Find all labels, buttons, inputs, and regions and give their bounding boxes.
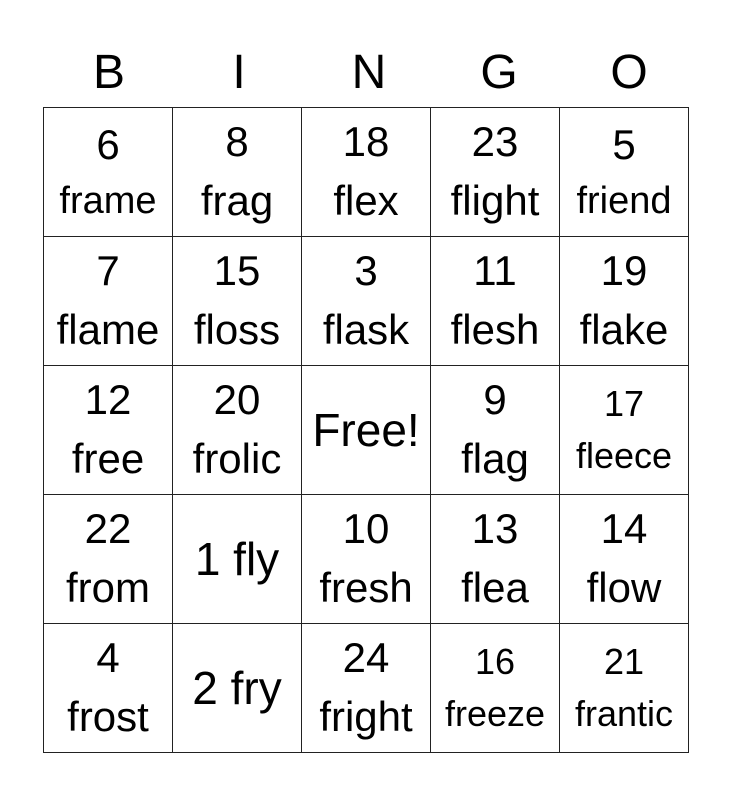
bingo-cell[interactable]: 3 flask <box>301 236 431 366</box>
cell-number: 24 <box>342 634 390 682</box>
header-letter-o: O <box>610 46 648 99</box>
cell-number: 14 <box>600 505 648 553</box>
cell-word: freeze <box>444 693 546 734</box>
cell-word: friend <box>576 179 672 222</box>
bingo-row: 4 frost 2 fry 24 fright 16 freeze 21 frantic <box>43 623 689 753</box>
cell-number: 15 <box>213 247 261 295</box>
bingo-cell[interactable]: 16 freeze <box>430 623 560 753</box>
header-letter-g: G <box>480 46 518 99</box>
bingo-cell[interactable]: 22 from <box>43 494 173 624</box>
bingo-cell[interactable]: 1 fly <box>172 494 302 624</box>
bingo-cell[interactable]: 5 friend <box>559 107 689 237</box>
header-letter-i: I <box>232 46 246 99</box>
cell-word: flask <box>322 306 410 353</box>
cell-word: flame <box>56 306 160 353</box>
header-letter-b: B <box>92 46 125 99</box>
cell-word: flight <box>450 177 540 224</box>
cell-number: 17 <box>603 382 645 424</box>
bingo-row: 12 free 20 frolic Free! 9 flag 17 fleece <box>43 365 689 495</box>
bingo-cell[interactable]: 24 fright <box>301 623 431 753</box>
bingo-cell[interactable]: 2 fry <box>172 623 302 753</box>
bingo-cell[interactable]: 4 frost <box>43 623 173 753</box>
cell-number: 13 <box>471 505 519 553</box>
cell-number: 7 <box>96 247 120 295</box>
bingo-cell[interactable]: 13 flea <box>430 494 560 624</box>
cell-word: frost <box>67 693 149 740</box>
cell-number: 23 <box>471 118 519 166</box>
bingo-cell[interactable]: 11 flesh <box>430 236 560 366</box>
bingo-cell[interactable]: 12 free <box>43 365 173 495</box>
cell-number: 9 <box>483 376 507 424</box>
cell-word: fleece <box>575 435 673 476</box>
cell-number: 16 <box>474 640 516 682</box>
cell-number: 19 <box>600 247 648 295</box>
bingo-cell[interactable]: 15 floss <box>172 236 302 366</box>
free-space-cell[interactable]: Free! <box>301 365 431 495</box>
cell-word: frantic <box>574 693 674 734</box>
cell-number: 11 <box>473 247 517 295</box>
bingo-row: 6 frame 8 frag 18 flex 23 flight 5 friend <box>43 107 689 237</box>
cell-word: floss <box>193 306 281 353</box>
cell-word: flex <box>333 177 399 224</box>
bingo-cell[interactable]: 8 frag <box>172 107 302 237</box>
cell-number: 10 <box>342 505 390 553</box>
bingo-cell[interactable]: 20 frolic <box>172 365 302 495</box>
bingo-cell[interactable]: 14 flow <box>559 494 689 624</box>
bingo-cell[interactable]: 10 fresh <box>301 494 431 624</box>
cell-word: frolic <box>192 435 282 482</box>
bingo-cell[interactable]: 21 frantic <box>559 623 689 753</box>
bingo-row: 22 from 1 fly 10 fresh 13 flea 14 flow <box>43 494 689 624</box>
cell-text: 2 fry <box>192 661 282 714</box>
cell-word: flesh <box>450 306 540 353</box>
cell-number: 5 <box>612 121 636 168</box>
cell-word: free <box>71 435 145 482</box>
cell-word: from <box>66 564 150 611</box>
bingo-card-grid: 6 frame 8 frag 18 flex 23 flight 5 friend 7 flame 15… <box>43 107 689 753</box>
bingo-header: B I N G O <box>44 40 694 106</box>
cell-number: 18 <box>342 118 390 166</box>
cell-word: flake <box>579 306 669 353</box>
bingo-cell[interactable]: 6 frame <box>43 107 173 237</box>
cell-word: frag <box>200 177 274 224</box>
cell-number: 12 <box>84 376 132 424</box>
header-letter-n: N <box>351 46 387 99</box>
cell-number: 20 <box>213 376 261 424</box>
cell-word: frame <box>59 179 157 222</box>
cell-text: Free! <box>312 403 420 456</box>
cell-number: 8 <box>225 118 249 166</box>
bingo-row: 7 flame 15 floss 3 flask 11 flesh 19 flake <box>43 236 689 366</box>
bingo-cell[interactable]: 18 flex <box>301 107 431 237</box>
bingo-cell[interactable]: 17 fleece <box>559 365 689 495</box>
bingo-cell[interactable]: 19 flake <box>559 236 689 366</box>
cell-number: 22 <box>84 505 132 553</box>
cell-number: 21 <box>603 640 645 682</box>
bingo-cell[interactable]: 9 flag <box>430 365 560 495</box>
cell-word: fresh <box>319 564 413 611</box>
cell-word: fright <box>319 693 413 740</box>
cell-word: flag <box>461 435 529 482</box>
bingo-cell[interactable]: 23 flight <box>430 107 560 237</box>
cell-number: 4 <box>96 634 120 682</box>
cell-text: 1 fly <box>194 532 280 585</box>
cell-number: 6 <box>96 121 120 168</box>
cell-word: flea <box>461 564 529 611</box>
cell-word: flow <box>586 564 662 611</box>
cell-number: 3 <box>354 247 378 295</box>
bingo-cell[interactable]: 7 flame <box>43 236 173 366</box>
